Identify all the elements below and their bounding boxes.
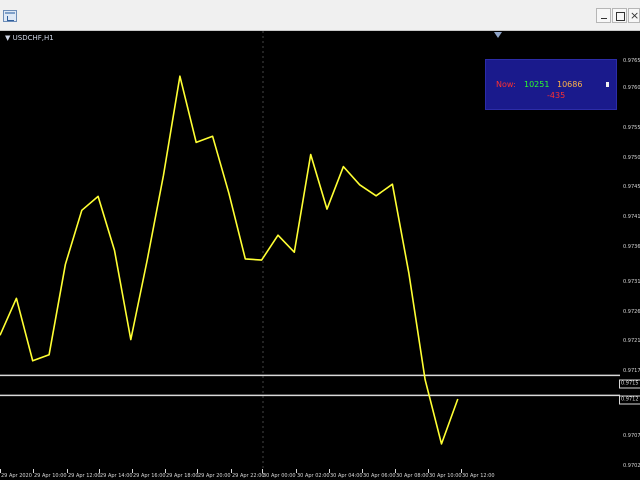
price-axis-label: 0.9745 [623,184,640,190]
time-axis-label: 29 Apr 16:00 [133,473,166,479]
time-axis-label: 30 Apr 00:00 [263,473,296,479]
close-button[interactable] [628,8,640,23]
price-axis-label: 0.9741 [623,214,640,220]
time-axis-label: 29 Apr 18:00 [166,473,199,479]
price-axis-label: 0.9702 [623,463,640,469]
now-value-1: 10251 [524,80,550,89]
price-axis-label: 0.9750 [623,155,640,161]
time-axis-label: 30 Apr 10:00 [429,473,462,479]
now-label: Now: [496,80,516,89]
price-axis-label: 0.9721 [623,338,640,344]
price-axis-label: 0.9755 [623,125,640,131]
price-axis-label: 0.9765 [623,58,640,64]
time-axis-label: 29 Apr 12:00 [68,473,101,479]
price-series-line [0,75,459,445]
time-axis-label: 30 Apr 04:00 [330,473,363,479]
time-axis-label: 29 Apr 22:00 [232,473,265,479]
time-axis-label: 29 Apr 10:00 [34,473,67,479]
now-value-2: 10686 [557,80,583,89]
price-axis-label: 0.9712 [619,395,640,405]
price-axis-label: 0.9707 [623,433,640,439]
now-difference: -435 [547,91,566,100]
maximize-button[interactable] [612,8,627,23]
chart-window: ▼ USDCHF,H1 0.97650.97600.97550.97500.97… [0,0,640,480]
price-axis-label: 0.9715 [619,379,640,389]
time-axis-label: 29 Apr 14:00 [100,473,133,479]
time-axis-label: 30 Apr 02:00 [297,473,330,479]
chart-window-icon [3,10,17,22]
price-axis-label: 0.9726 [623,309,640,315]
panel-handle[interactable] [606,82,609,87]
time-axis-label: 30 Apr 06:00 [363,473,396,479]
price-axis-label: 0.9731 [623,279,640,285]
price-axis-label: 0.9736 [623,244,640,250]
time-axis-label: 29 Apr 20:00 [198,473,231,479]
price-axis-label: 0.9760 [623,85,640,91]
time-axis-label: 30 Apr 08:00 [396,473,429,479]
window-titlebar[interactable] [0,0,640,31]
price-axis-label: 0.9717 [623,368,640,374]
now-panel: Now: 10251 10686 -435 [485,59,617,110]
minimize-button[interactable] [596,8,611,23]
time-axis-label: 30 Apr 12:00 [462,473,495,479]
time-axis-label: 29 Apr 2020 [1,473,32,479]
